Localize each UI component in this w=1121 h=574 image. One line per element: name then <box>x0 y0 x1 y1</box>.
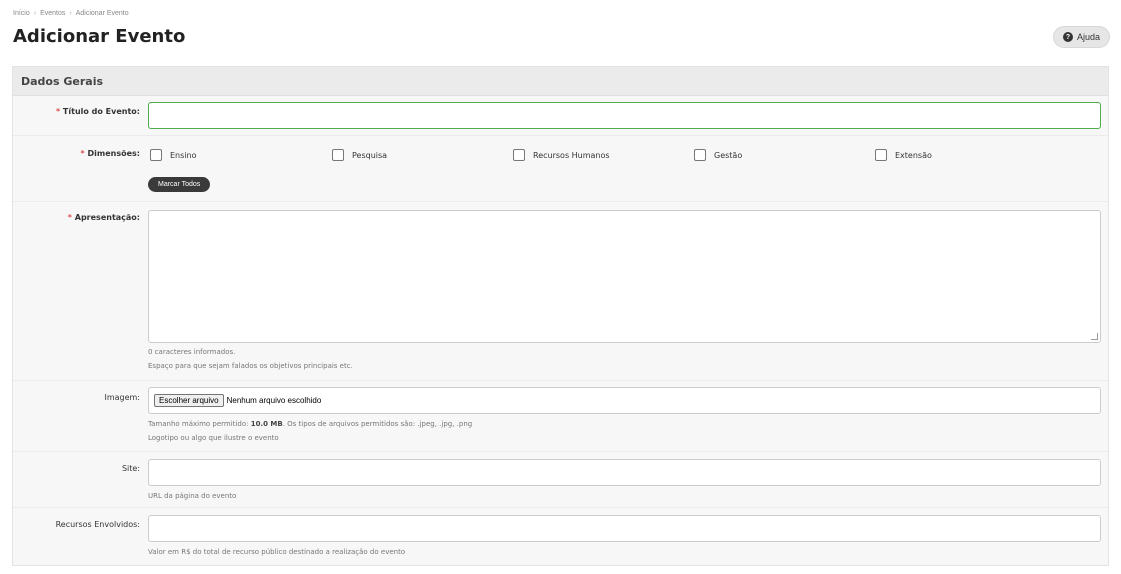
breadcrumb-current: Adicionar Evento <box>75 10 129 17</box>
required-marker: * <box>80 149 85 158</box>
image-hint-suffix: . Os tipos de arquivos permitidos são: .… <box>282 420 473 428</box>
checkbox-box[interactable] <box>694 149 706 161</box>
title-label: * Título do Evento: <box>13 107 140 116</box>
breadcrumb-eventos[interactable]: Eventos <box>40 10 65 17</box>
mark-all-button[interactable]: Marcar Todos <box>148 177 211 192</box>
title-row: * Título do Evento: <box>13 96 1108 136</box>
image-label: Imagem: <box>104 393 140 402</box>
dimensions-label-text: Dimensões: <box>87 149 140 158</box>
dimensions-checkbox-group: Ensino Pesquisa Recursos Humanos Gestão … <box>148 149 1101 165</box>
checkbox-label: Pesquisa <box>352 150 388 160</box>
event-title-input[interactable] <box>148 102 1101 129</box>
breadcrumb-home[interactable]: Início <box>13 10 30 17</box>
breadcrumb: Início › Eventos › Adicionar Evento <box>13 10 129 17</box>
checkbox-label: Extensão <box>895 150 932 160</box>
site-row: Site: URL da página do evento <box>13 452 1108 508</box>
character-counter: 0 caracteres informados. <box>148 348 236 356</box>
presentation-label-text: Apresentação: <box>74 213 140 222</box>
checkbox-label: Ensino <box>170 150 197 160</box>
image-file-input[interactable]: Escolher arquivo Nenhum arquivo escolhid… <box>148 387 1101 414</box>
checkbox-extensao[interactable]: Extensão <box>875 149 932 161</box>
dimensions-row: * Dimensões: Ensino Pesquisa Recursos Hu… <box>13 136 1108 202</box>
presentation-row: * Apresentação: 0 caracteres informados.… <box>13 202 1108 381</box>
checkbox-box[interactable] <box>332 149 344 161</box>
help-button[interactable]: ? Ajuda <box>1052 26 1110 48</box>
checkbox-gestao[interactable]: Gestão <box>694 149 742 161</box>
checkbox-pesquisa[interactable]: Pesquisa <box>332 149 387 161</box>
presentation-hint: Espaço para que sejam falados os objetiv… <box>148 362 353 370</box>
checkbox-label: Gestão <box>714 150 743 160</box>
panel-title: Dados Gerais <box>13 67 1108 96</box>
resources-label: Recursos Envolvidos: <box>55 520 140 529</box>
resources-hint: Valor em R$ do total de recurso público … <box>148 548 406 556</box>
site-hint: URL da página do evento <box>148 492 237 500</box>
site-input[interactable] <box>148 459 1101 486</box>
required-marker: * <box>67 213 72 222</box>
resources-input[interactable] <box>148 515 1101 542</box>
presentation-textarea[interactable] <box>148 210 1101 343</box>
breadcrumb-separator: › <box>33 10 37 17</box>
required-marker: * <box>55 107 61 116</box>
question-circle-icon: ? <box>1062 32 1073 42</box>
checkbox-box[interactable] <box>150 149 162 161</box>
breadcrumb-separator: › <box>69 10 72 17</box>
image-hint-prefix: Tamanho máximo permitido: <box>148 420 249 428</box>
image-hint: Logotipo ou algo que ilustre o evento <box>148 434 279 442</box>
checkbox-recursos-humanos[interactable]: Recursos Humanos <box>513 149 610 161</box>
checkbox-box[interactable] <box>875 149 887 161</box>
image-size-hint: Tamanho máximo permitido: 10.0 MB. Os ti… <box>148 417 1101 431</box>
image-row: Imagem: Escolher arquivo Nenhum arquivo … <box>13 381 1108 452</box>
resources-row: Recursos Envolvidos: Valor em R$ do tota… <box>13 508 1108 565</box>
site-label: Site: <box>121 464 140 473</box>
checkbox-label: Recursos Humanos <box>533 150 610 160</box>
resize-grip-icon[interactable] <box>1091 333 1098 340</box>
dimensions-label: * Dimensões: <box>13 149 140 158</box>
presentation-label: * Apresentação: <box>13 213 140 222</box>
image-max-size: 10.0 MB <box>250 420 283 428</box>
checkbox-box[interactable] <box>513 149 525 161</box>
file-status: Nenhum arquivo escolhido <box>226 396 322 405</box>
page-title: Adicionar Evento <box>13 26 186 47</box>
title-label-text: Título do Evento: <box>62 107 140 116</box>
help-label: Ajuda <box>1076 32 1100 42</box>
general-data-panel: Dados Gerais * Título do Evento: * Dimen… <box>12 66 1109 566</box>
checkbox-ensino[interactable]: Ensino <box>150 149 196 161</box>
choose-file-button[interactable]: Escolher arquivo <box>154 394 224 407</box>
